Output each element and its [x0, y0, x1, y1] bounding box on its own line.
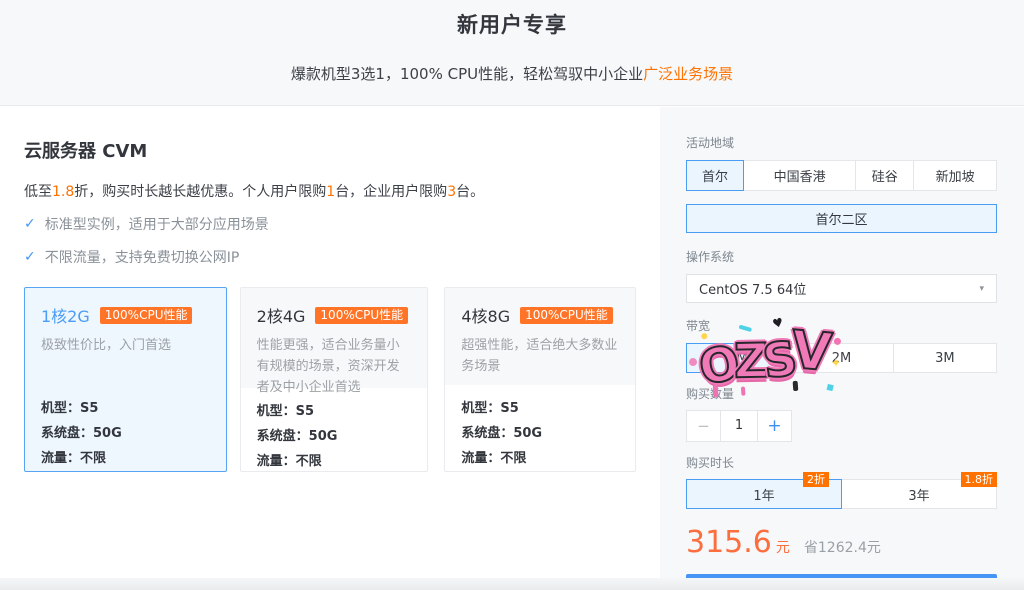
region-tabs: 首尔 中国香港 硅谷 新加坡	[686, 160, 997, 191]
desc-highlight-company-limit: 3	[447, 184, 456, 200]
duration-tab-label: 1年	[753, 485, 774, 504]
feature-text: 不限流量，支持免费切换公网IP	[45, 247, 240, 267]
instance-cards: 1核2G 100%CPU性能 极致性价比，入门首选 机型：S5 系统盘：50G …	[24, 287, 636, 472]
cpu-performance-badge: 100%CPU性能	[520, 307, 613, 324]
region-tab-singapore[interactable]: 新加坡	[913, 160, 997, 191]
spec-model: 机型：S5	[257, 399, 412, 424]
instance-card-1c2g[interactable]: 1核2G 100%CPU性能 极致性价比，入门首选 机型：S5 系统盘：50G …	[24, 287, 227, 472]
card-title: 1核2G	[41, 303, 90, 327]
os-label: 操作系统	[686, 248, 997, 265]
page-subtitle: 爆款机型3选1，100% CPU性能，轻松驾驭中小企业广泛业务场景	[0, 63, 1024, 84]
os-selected-value: CentOS 7.5 64位	[699, 279, 806, 298]
duration-tab-3year[interactable]: 3年 1.8折	[841, 479, 997, 509]
quantity-stepper: − 1 +	[686, 410, 793, 442]
card-specs: 机型：S5 系统盘：50G 流量：不限	[445, 385, 635, 471]
spec-disk: 系统盘：50G	[41, 421, 210, 446]
feature-item: ✓ 标准型实例，适用于大部分应用场景	[24, 214, 636, 234]
spec-model: 机型：S5	[41, 396, 210, 421]
bandwidth-tabs: 1M 2M 3M	[686, 343, 997, 373]
card-top: 1核2G 100%CPU性能 极致性价比，入门首选	[25, 288, 226, 385]
cpu-performance-badge: 100%CPU性能	[315, 307, 408, 324]
cvm-description: 低至1.8折，购买时长越长越优惠。个人用户限购1台，企业用户限购3台。	[24, 181, 636, 201]
region-tab-siliconvalley[interactable]: 硅谷	[855, 160, 914, 191]
spec-traffic: 流量：不限	[461, 446, 619, 471]
zone-button[interactable]: 首尔二区	[686, 204, 997, 233]
check-icon: ✓	[24, 216, 36, 232]
desc-segment: 折，购买时长越长越优惠。个人用户限购	[74, 184, 326, 200]
desc-segment: 台。	[456, 184, 484, 200]
duration-tab-1year[interactable]: 1年 2折	[686, 479, 842, 509]
price-row: 315.6 元 省1262.4元	[686, 525, 997, 560]
chevron-down-icon: ▾	[979, 284, 984, 294]
price-amount: 315.6	[686, 525, 772, 560]
feature-text: 标准型实例，适用于大部分应用场景	[45, 214, 269, 234]
page-title: 新用户专享	[0, 0, 1024, 39]
instance-card-2c4g[interactable]: 2核4G 100%CPU性能 性能更强，适合业务量小有规模的场景，资深开发者及中…	[240, 287, 429, 472]
card-specs: 机型：S5 系统盘：50G 流量：不限	[25, 385, 226, 471]
savings-text: 省1262.4元	[804, 537, 881, 557]
card-description: 极致性价比，入门首选	[41, 335, 210, 356]
purchase-config-sidebar: 活动地域 首尔 中国香港 硅谷 新加坡 首尔二区 操作系统 CentOS 7.5…	[660, 107, 1024, 578]
feature-item: ✓ 不限流量，支持免费切换公网IP	[24, 247, 636, 267]
card-specs: 机型：S5 系统盘：50G 流量：不限	[241, 388, 428, 474]
footer-divider	[0, 578, 1024, 590]
spec-traffic: 流量：不限	[41, 446, 210, 471]
discount-badge: 1.8折	[961, 472, 998, 487]
card-top: 2核4G 100%CPU性能 性能更强，适合业务量小有规模的场景，资深开发者及中…	[241, 288, 428, 388]
card-description: 超强性能，适合绝大多数业务场景	[461, 335, 619, 377]
desc-highlight-personal-limit: 1	[326, 184, 335, 200]
region-label: 活动地域	[686, 134, 997, 151]
price-unit: 元	[776, 537, 790, 557]
spec-model: 机型：S5	[461, 396, 619, 421]
bandwidth-label: 带宽	[686, 317, 997, 334]
plus-icon[interactable]: +	[757, 410, 792, 442]
duration-tabs: 1年 2折 3年 1.8折	[686, 479, 997, 509]
check-icon: ✓	[24, 249, 36, 265]
region-tab-seoul[interactable]: 首尔	[686, 160, 744, 191]
new-user-cvm-promo-page: 新用户专享 爆款机型3选1，100% CPU性能，轻松驾驭中小企业广泛业务场景 …	[0, 0, 1024, 590]
desc-segment: 低至	[24, 184, 52, 200]
subtitle-text: 爆款机型3选1，100% CPU性能，轻松驾驭中小企业	[291, 65, 643, 83]
cpu-performance-badge: 100%CPU性能	[100, 307, 193, 324]
duration-label: 购买时长	[686, 454, 997, 471]
quantity-value[interactable]: 1	[720, 410, 758, 442]
spec-disk: 系统盘：50G	[461, 421, 619, 446]
bandwidth-tab-2m[interactable]: 2M	[789, 343, 893, 373]
instance-card-4c8g[interactable]: 4核8G 100%CPU性能 超强性能，适合绝大多数业务场景 机型：S5 系统盘…	[444, 287, 636, 472]
os-select[interactable]: CentOS 7.5 64位 ▾	[686, 274, 997, 303]
card-top: 4核8G 100%CPU性能 超强性能，适合绝大多数业务场景	[445, 288, 635, 385]
spec-disk: 系统盘：50G	[257, 424, 412, 449]
bandwidth-tab-1m[interactable]: 1M	[686, 343, 790, 373]
bandwidth-tab-3m[interactable]: 3M	[893, 343, 997, 373]
region-tab-hongkong[interactable]: 中国香港	[743, 160, 856, 191]
card-title: 2核4G	[257, 303, 306, 327]
cvm-title: 云服务器 CVM	[24, 137, 636, 163]
spec-traffic: 流量：不限	[257, 449, 412, 474]
subtitle-highlight: 广泛业务场景	[643, 65, 733, 83]
desc-segment: 台，企业用户限购	[335, 184, 447, 200]
duration-tab-label: 3年	[908, 485, 929, 504]
promo-header: 新用户专享 爆款机型3选1，100% CPU性能，轻松驾驭中小企业广泛业务场景	[0, 0, 1024, 106]
cvm-panel: 云服务器 CVM 低至1.8折，购买时长越长越优惠。个人用户限购1台，企业用户限…	[0, 107, 660, 578]
discount-badge: 2折	[803, 472, 829, 487]
desc-highlight-discount: 1.8	[52, 184, 74, 200]
card-title: 4核8G	[461, 303, 510, 327]
quantity-label: 购买数量	[686, 385, 997, 402]
minus-icon[interactable]: −	[686, 410, 721, 442]
